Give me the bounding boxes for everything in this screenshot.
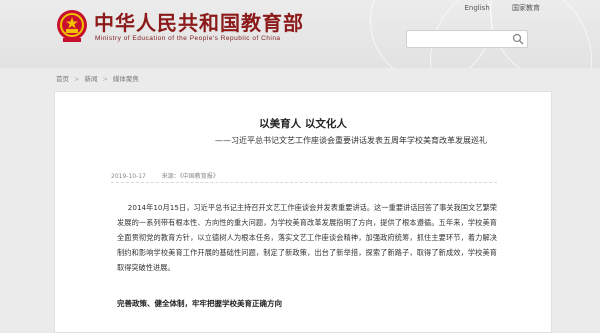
national-emblem-icon[interactable] xyxy=(56,9,88,43)
article-subtitle: ——习近平总书记文艺工作座谈会重要讲话发表五周年学校美育改革发展巡礼 xyxy=(215,136,487,145)
national-education-link[interactable]: 国家教育 xyxy=(512,4,540,12)
article-paragraph: 2014年10月15日，习近平总书记主持召开文艺工作座谈会并发表重要讲话。这一重… xyxy=(117,203,497,272)
search-input[interactable] xyxy=(407,36,515,53)
article-source: 来源：《中国教育报》 xyxy=(161,173,219,180)
search-box xyxy=(406,30,528,53)
site-header: 中华人民共和国教育部 Ministry of Education of the … xyxy=(0,0,600,68)
article-container: 以美育人 以文化人 ——习近平总书记文艺工作座谈会重要讲话发表五周年学校美育改革… xyxy=(54,91,552,333)
breadcrumb-home[interactable]: 首页 xyxy=(56,75,69,83)
breadcrumb-separator: > xyxy=(102,75,108,83)
article-meta: 2019-10-17 来源：《中国教育报》 xyxy=(111,171,219,180)
breadcrumb-separator: > xyxy=(74,75,80,83)
search-icon[interactable] xyxy=(512,33,524,45)
breadcrumb: 首页 > 新闻 > 媒体聚焦 xyxy=(56,73,139,83)
meta-divider xyxy=(111,182,497,183)
english-link[interactable]: English xyxy=(464,4,489,12)
site-subtitle: Ministry of Education of the People's Re… xyxy=(95,35,281,42)
article-title: 以美育人 以文化人 xyxy=(259,118,347,130)
site-title[interactable]: 中华人民共和国教育部 xyxy=(94,7,304,36)
section-heading: 完善政策、健全体制，牢牢把握学校美育正确方向 xyxy=(117,299,282,308)
breadcrumb-news[interactable]: 新闻 xyxy=(84,75,97,83)
breadcrumb-media-focus[interactable]: 媒体聚焦 xyxy=(113,75,139,83)
top-links: English 国家教育 xyxy=(444,3,540,13)
article-date: 2019-10-17 xyxy=(111,173,146,180)
